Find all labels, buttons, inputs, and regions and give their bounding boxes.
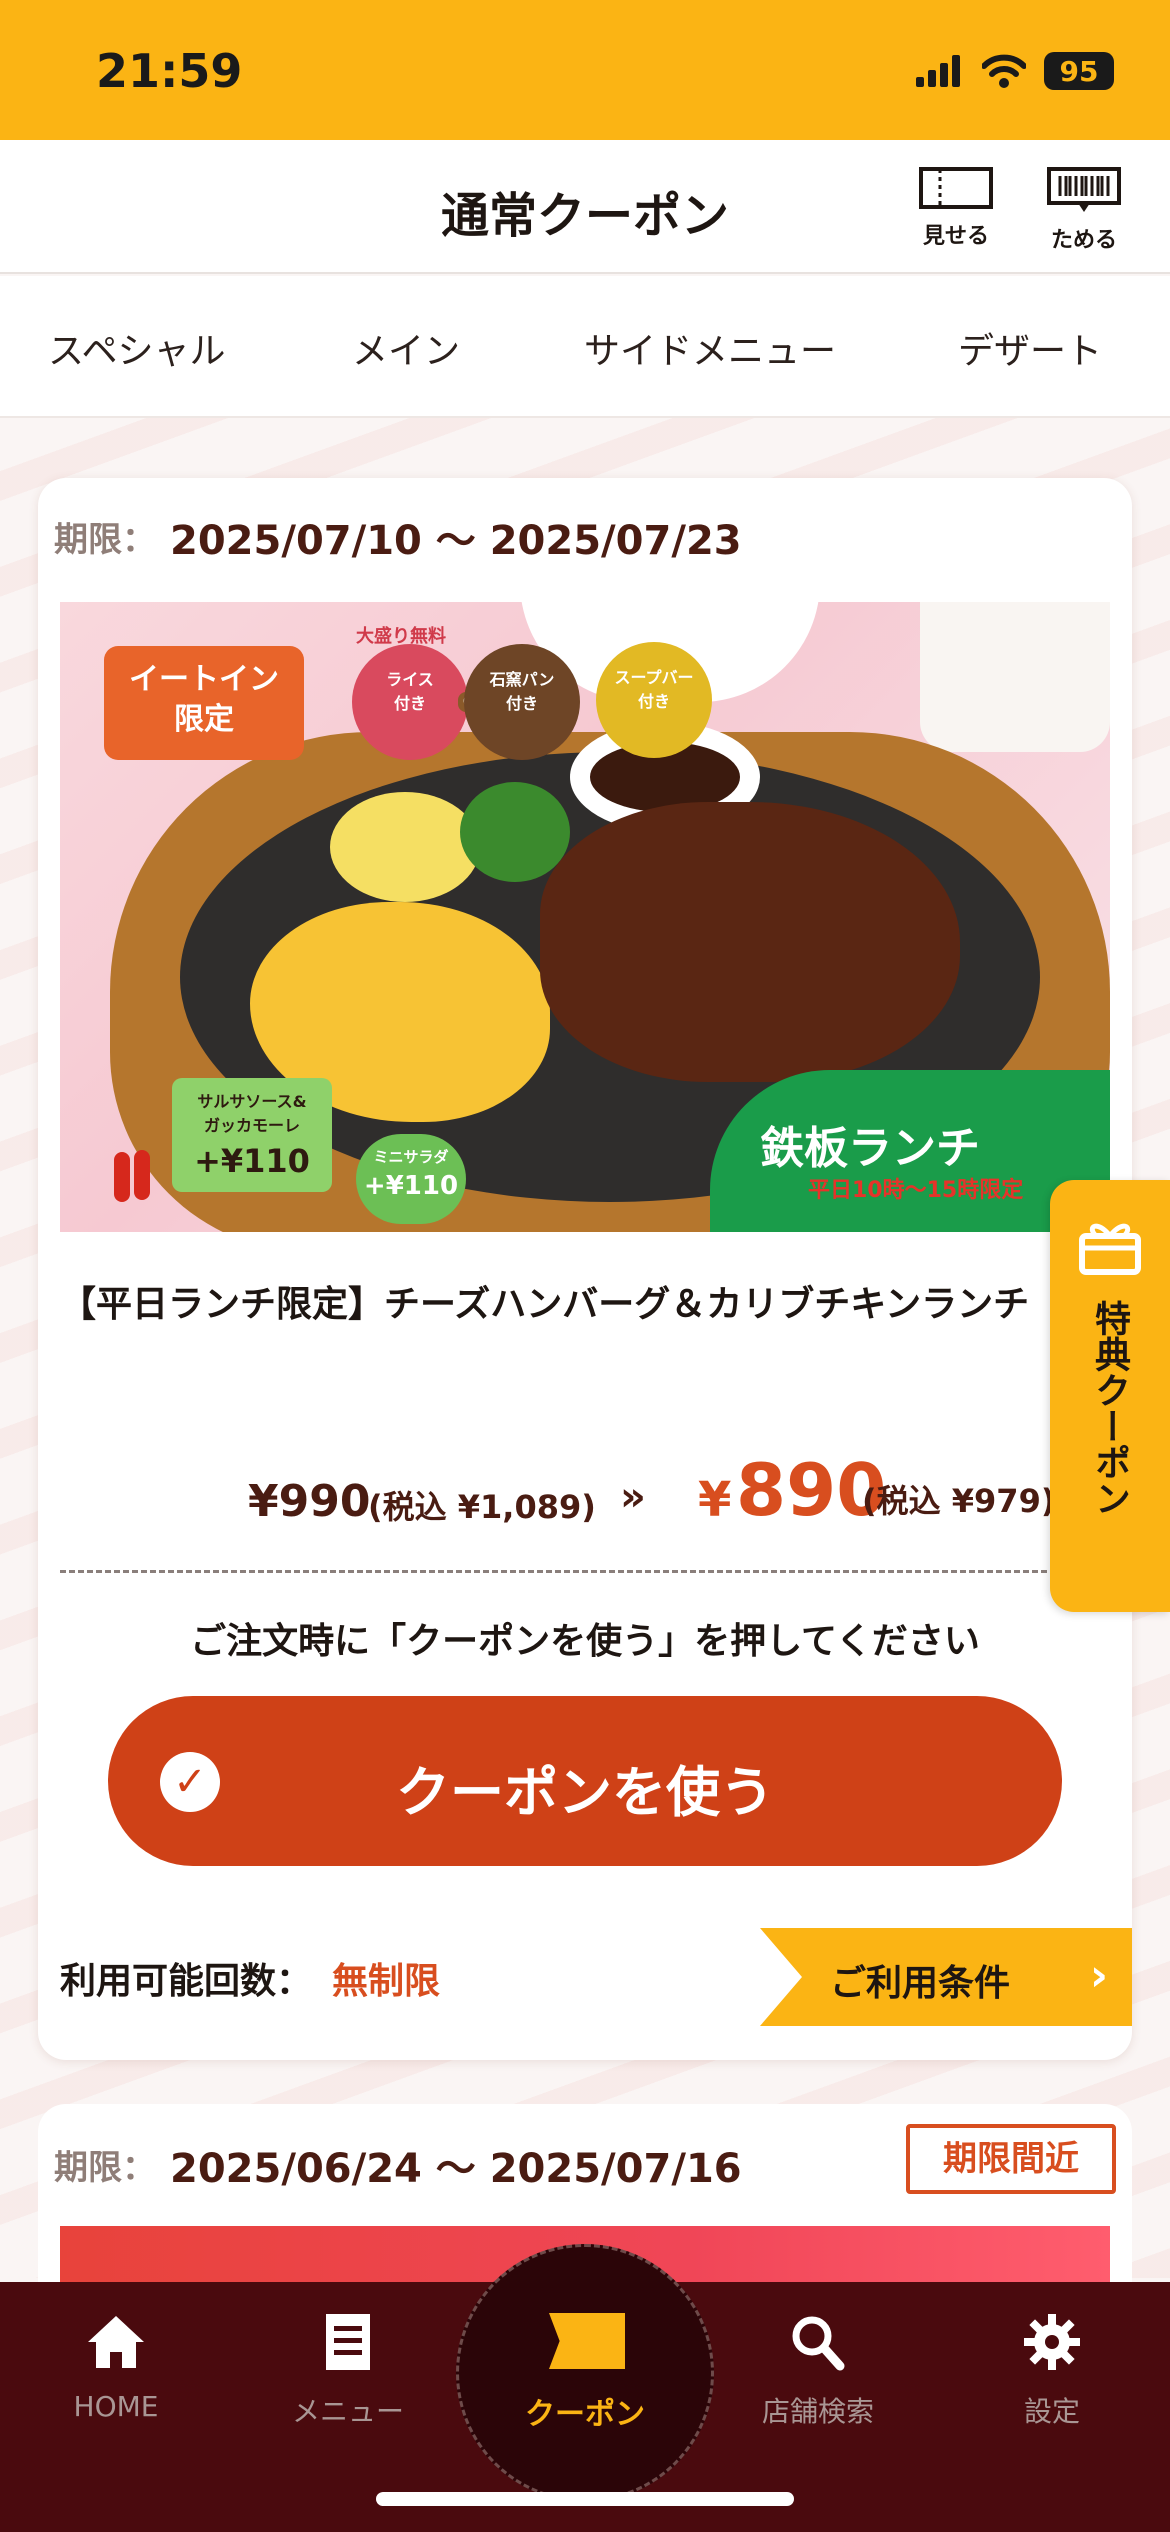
home-indicator: [376, 2492, 794, 2506]
coupon-image: イートイン 限定 大盛り無料 ライス 付き OR 石窯パン 付き スープバー 付…: [60, 602, 1110, 1232]
tab-dessert[interactable]: デザート: [958, 322, 1102, 374]
mug-illustration: [920, 602, 1110, 752]
home-icon: [88, 2316, 144, 2368]
chili-icon: [114, 1152, 130, 1202]
status-time: 21:59: [96, 44, 243, 98]
coupon-card: 期限： 2025/07/10 〜 2025/07/23 イートイン 限定 大盛り…: [38, 478, 1132, 2060]
search-icon: [792, 2316, 845, 2371]
gear-icon: [1024, 2314, 1080, 2370]
teppan-lunch-title: 鉄板ランチ: [760, 1123, 980, 1174]
period-label: 期限：: [54, 520, 156, 560]
menu-icon: [326, 2314, 370, 2370]
period-label: 期限：: [54, 2148, 156, 2188]
gift-icon: [1079, 1223, 1141, 1275]
period-value: 2025/07/10 〜 2025/07/23: [170, 518, 742, 564]
battery-indicator: 95: [1044, 52, 1114, 90]
uses-value: 無制限: [332, 1961, 441, 2002]
eat-in-badge: イートイン 限定: [104, 646, 304, 760]
use-coupon-label: クーポンを使う: [396, 1761, 774, 1824]
card-icon: [919, 167, 993, 209]
tab-special[interactable]: スペシャル: [48, 322, 225, 374]
corn-illustration: [330, 792, 480, 902]
show-card-button[interactable]: 見せる: [906, 166, 1006, 250]
category-tabs: スペシャル メイン サイドメニュー デザート: [0, 276, 1170, 418]
chevron-right-icon: ›: [1089, 1950, 1108, 2001]
special-coupon-label: 特典クーポン: [1089, 1300, 1130, 1516]
tab-main[interactable]: メイン: [352, 322, 460, 374]
status-icons: 95: [916, 52, 1114, 90]
tab-side-menu[interactable]: サイドメニュー: [584, 322, 836, 374]
teppan-lunch-subtitle: 平日10時〜15時限定: [808, 1178, 1024, 1203]
original-price-tax: (税込 ¥1,089): [368, 1488, 596, 1526]
nav-menu[interactable]: メニュー: [258, 2312, 438, 2430]
nav-settings[interactable]: 設定: [962, 2312, 1142, 2430]
soup-bar-badge: スープバー 付き: [596, 642, 712, 758]
show-card-label: 見せる: [922, 224, 989, 249]
discount-price-symbol: ¥: [698, 1472, 732, 1528]
nav-home[interactable]: HOME: [26, 2312, 206, 2423]
nav-store-search[interactable]: 店舗検索: [728, 2312, 908, 2430]
rice-badge: ライス 付き: [352, 644, 468, 760]
price-arrow: »: [620, 1474, 646, 1520]
discount-price-tax: (税込 ¥979): [862, 1482, 1056, 1520]
expiring-soon-badge: 期限間近: [906, 2124, 1116, 2194]
chicken-illustration: [540, 802, 960, 1082]
special-coupon-tab[interactable]: 特典クーポン: [1050, 1180, 1170, 1612]
barcode-icon: [1047, 167, 1121, 212]
bread-badge: 石窯パン 付き: [464, 644, 580, 760]
period-value: 2025/06/24 〜 2025/07/16: [170, 2146, 742, 2192]
mini-salad-tag: ミニサラダ +¥110: [356, 1134, 466, 1224]
header: 通常クーポン 見せる ためる: [0, 140, 1170, 274]
nav-coupon[interactable]: クーポン: [456, 2244, 714, 2502]
use-coupon-button[interactable]: ✓ クーポンを使う: [108, 1696, 1062, 1866]
collect-points-label: ためる: [1050, 228, 1117, 253]
wifi-icon: [982, 54, 1026, 88]
salsa-sauce-tag: サルサソース& ガッカモーレ +¥110: [172, 1078, 332, 1192]
chili-icon: [134, 1150, 150, 1200]
divider: [60, 1570, 1110, 1573]
coupon-ticket-icon: [549, 2313, 625, 2369]
broccoli-illustration: [460, 782, 570, 882]
coupon-title: 【平日ランチ限定】チーズハンバーグ＆カリブチキンランチ: [60, 1284, 1030, 1325]
terms-button[interactable]: ご利用条件 ›: [760, 1928, 1132, 2026]
original-price: ¥990: [248, 1476, 371, 1527]
usage-notice: ご注文時に「クーポンを使う」を押してください: [190, 1621, 980, 1662]
uses-label: 利用可能回数：: [60, 1961, 313, 2002]
status-bar: 21:59 95: [0, 0, 1170, 140]
terms-label: ご利用条件: [830, 1963, 1011, 2004]
cellular-signal-icon: [916, 55, 960, 87]
collect-points-button[interactable]: ためる: [1034, 166, 1134, 254]
